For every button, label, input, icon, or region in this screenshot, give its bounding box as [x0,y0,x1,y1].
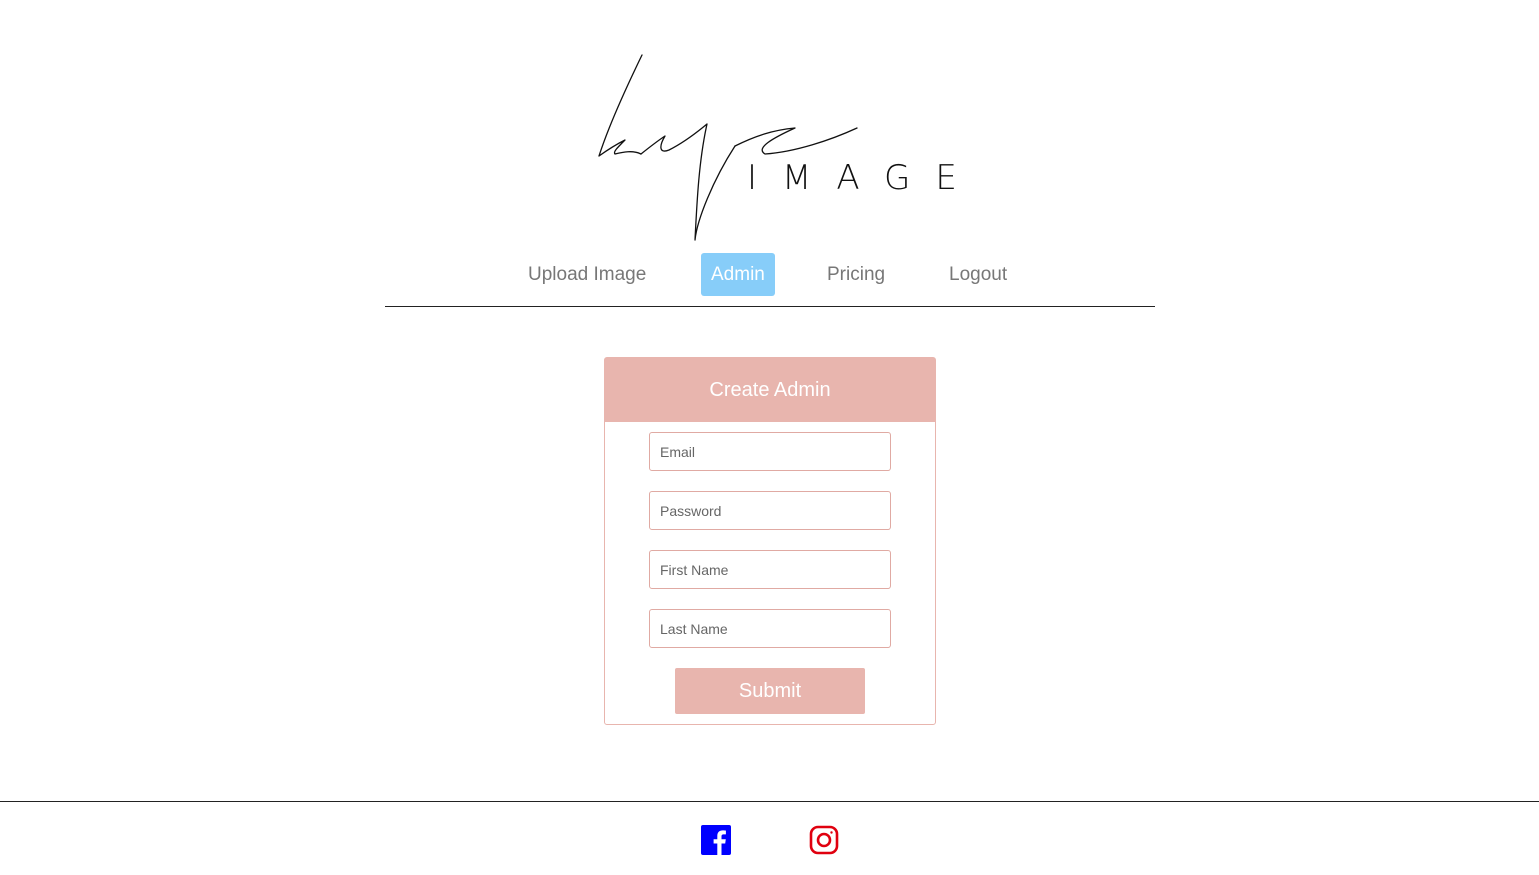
page: IMAGE Upload Image Admin Pricing Logout … [0,0,1539,875]
nav-pricing[interactable]: Pricing [817,253,895,296]
create-admin-form: Create Admin Submit [604,357,936,725]
password-input[interactable] [649,491,891,530]
facebook-icon[interactable] [701,825,731,855]
brand-logo: IMAGE [595,50,965,245]
submit-button[interactable]: Submit [675,668,865,714]
main-nav: Upload Image Admin Pricing Logout [385,252,1155,307]
last-name-input[interactable] [649,609,891,648]
form-title: Create Admin [605,358,935,422]
instagram-icon[interactable] [809,825,839,855]
nav-admin[interactable]: Admin [701,253,775,296]
footer [0,801,1539,875]
logo-wordmark: IMAGE [747,158,982,198]
first-name-input[interactable] [649,550,891,589]
email-input[interactable] [649,432,891,471]
nav-logout[interactable]: Logout [939,253,1017,296]
nav-upload-image[interactable]: Upload Image [518,253,656,296]
